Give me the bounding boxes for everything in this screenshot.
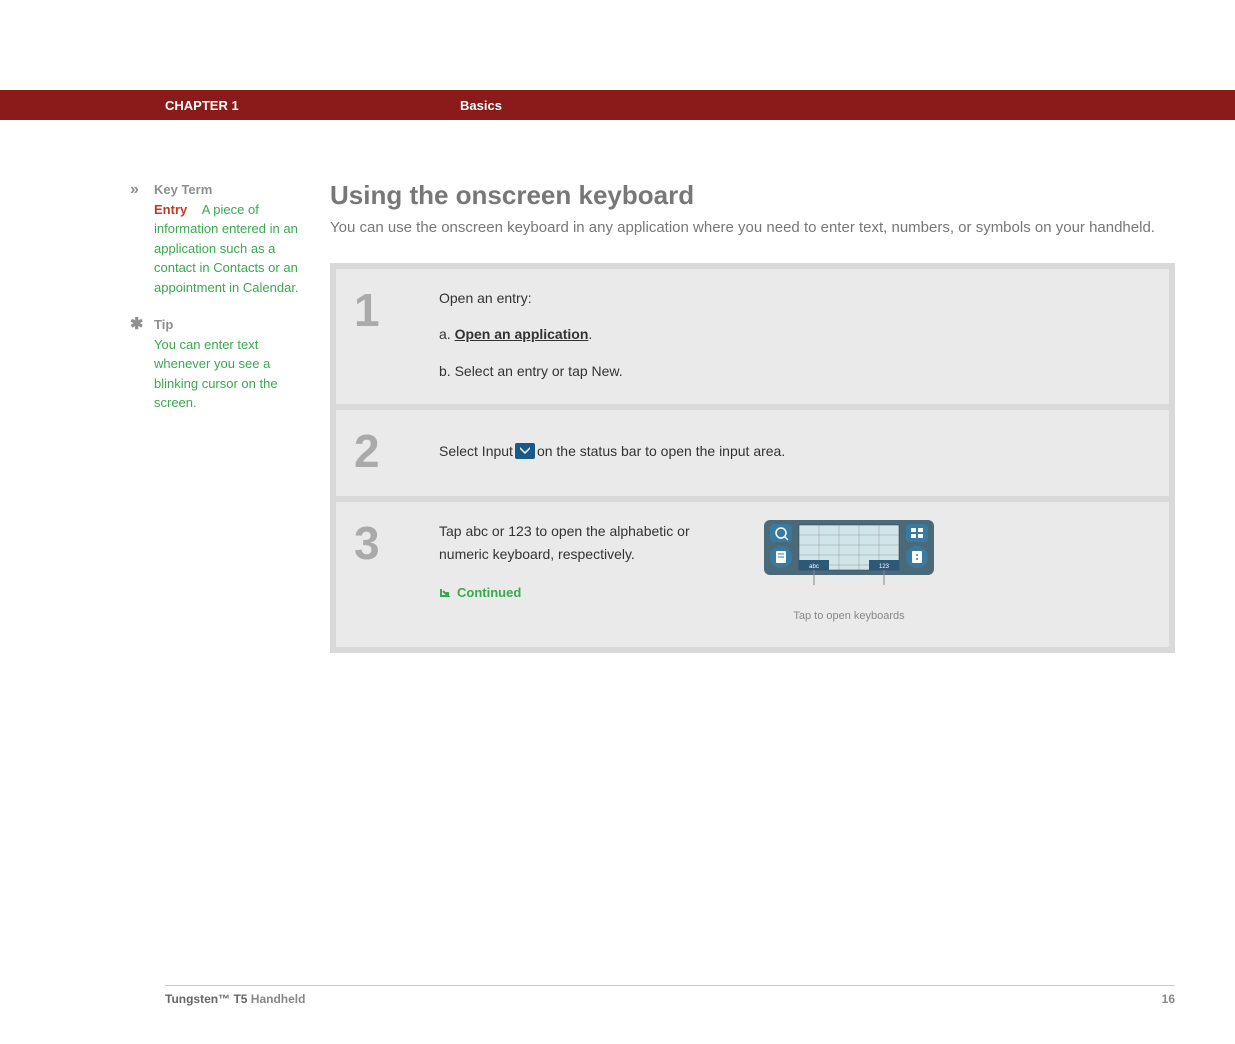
step1-a-prefix: a.	[439, 326, 455, 342]
tip-icon: ✱	[130, 315, 154, 413]
step-number: 1	[354, 287, 439, 382]
tip-body: You can enter text whenever you see a bl…	[154, 335, 310, 413]
product-name: Tungsten™ T5 Handheld	[165, 992, 305, 1006]
step2-post: on the status bar to open the input area…	[537, 440, 785, 462]
chapter-label: CHAPTER 1	[165, 98, 460, 113]
keyterm-term: Entry	[154, 202, 187, 217]
continued-label: Continued	[457, 583, 521, 604]
tip-label: Tip	[154, 315, 310, 335]
123-tab: 123	[879, 564, 890, 570]
step-3: 3 Tap abc or 123 to open the alphabetic …	[336, 502, 1169, 647]
steps-container: 1 Open an entry: a. Open an application.…	[330, 263, 1175, 653]
tip-block: ✱ Tip You can enter text whenever you se…	[130, 315, 310, 413]
page-title: Using the onscreen keyboard	[330, 180, 1175, 211]
step-number: 3	[354, 520, 439, 625]
sidebar: » Key Term Entry A piece of information …	[0, 180, 330, 653]
step2-pre: Select Input	[439, 440, 513, 462]
step-1: 1 Open an entry: a. Open an application.…	[336, 269, 1169, 404]
page-number: 16	[1162, 992, 1175, 1006]
section-label: Basics	[460, 98, 502, 113]
step1-a: a. Open an application.	[439, 323, 1149, 345]
chapter-header: CHAPTER 1 Basics	[0, 90, 1235, 120]
product-rest: Handheld	[247, 992, 305, 1006]
keyterm-label: Key Term	[154, 182, 212, 197]
product-bold: Tungsten™ T5	[165, 992, 247, 1006]
main-content: Using the onscreen keyboard You can use …	[330, 180, 1235, 653]
step1-a-suffix: .	[588, 326, 592, 342]
step3-text: Tap abc or 123 to open the alphabetic or…	[439, 520, 719, 565]
input-icon	[515, 443, 535, 459]
page-footer: Tungsten™ T5 Handheld 16	[165, 985, 1175, 1006]
step-2: 2 Select Input on the status bar to open…	[336, 410, 1169, 496]
continued-indicator: Continued	[439, 583, 521, 604]
intro-text: You can use the onscreen keyboard in any…	[330, 217, 1175, 238]
continued-arrow-icon	[439, 587, 451, 599]
step1-b: b. Select an entry or tap New.	[439, 360, 1149, 382]
keyterm-body	[191, 202, 202, 217]
step1-lead: Open an entry:	[439, 287, 1149, 309]
open-application-link[interactable]: Open an application	[455, 326, 589, 342]
keyterm-block: » Key Term Entry A piece of information …	[130, 180, 310, 297]
abc-tab: abc	[809, 564, 819, 570]
step-number: 2	[354, 428, 439, 474]
keyterm-icon: »	[130, 180, 154, 297]
illustration-caption: Tap to open keyboards	[749, 608, 949, 626]
keyboard-illustration: abc 123	[749, 520, 949, 625]
